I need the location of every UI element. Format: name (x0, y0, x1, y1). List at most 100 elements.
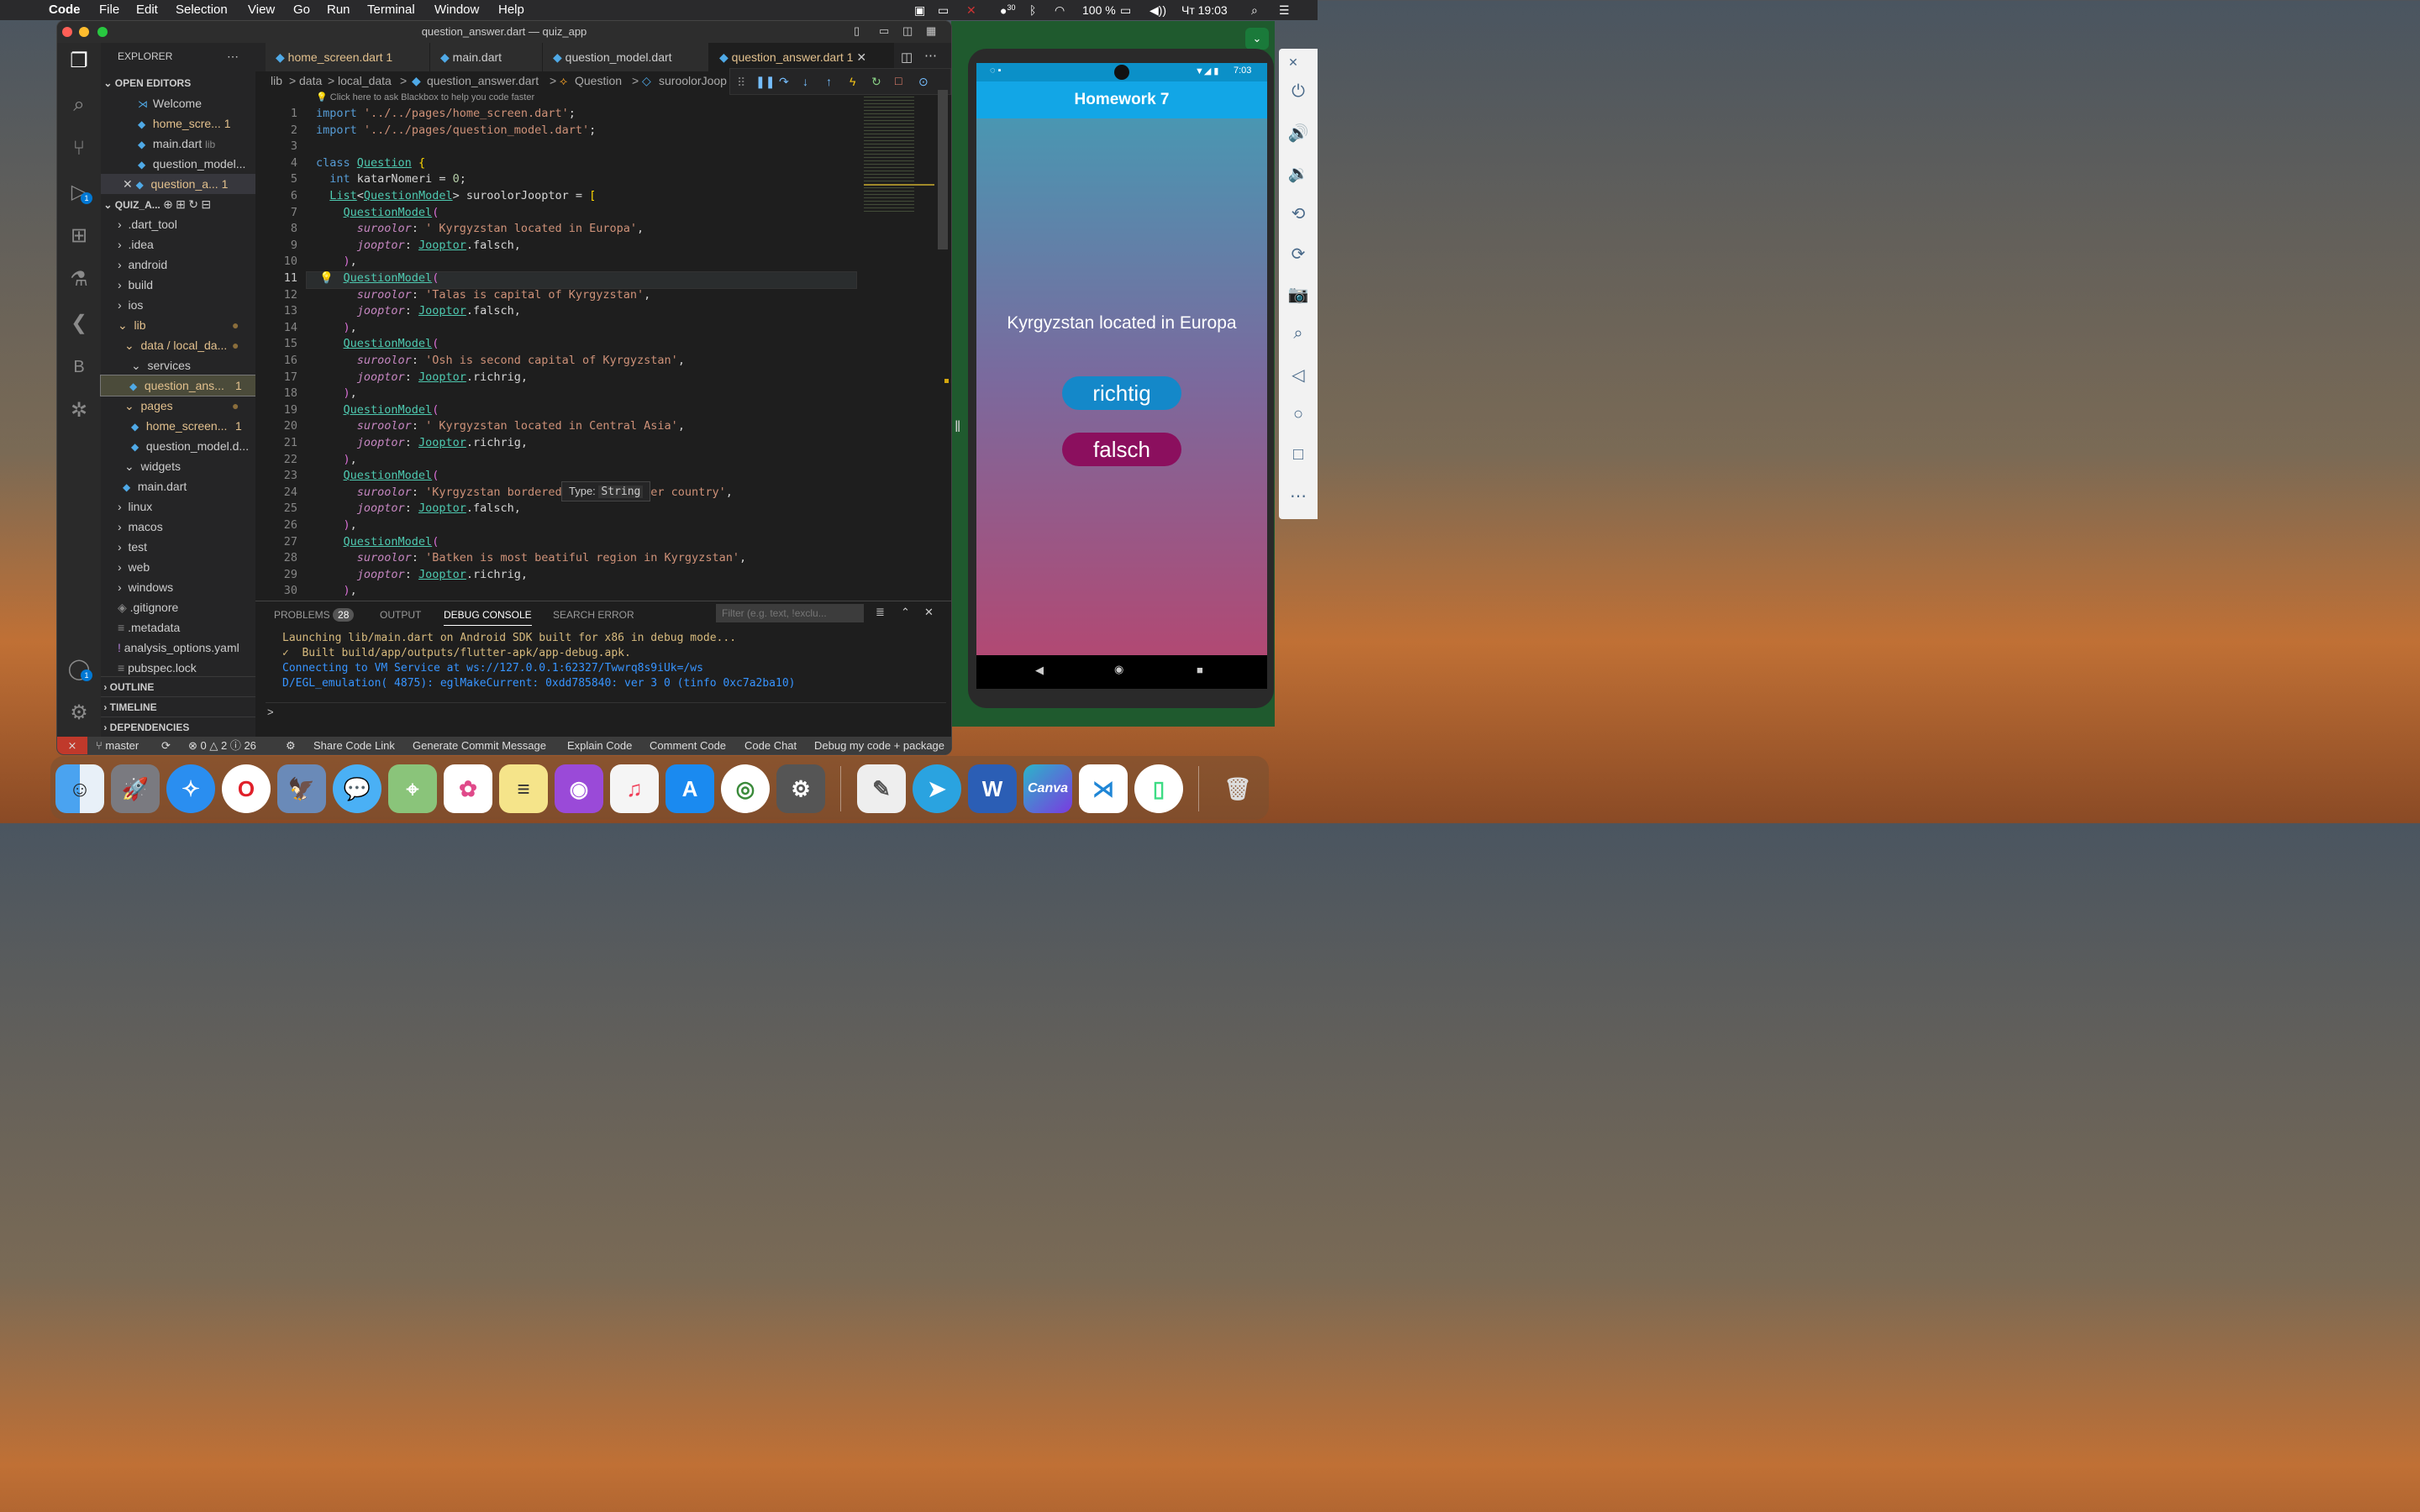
toggle-secondary-sidebar-icon[interactable]: ◫ (902, 24, 913, 38)
problems-status[interactable]: ⊗ 0 △ 2 ⓘ 26 (188, 737, 256, 754)
tab-debug-console[interactable]: DEBUG CONSOLE (444, 609, 532, 626)
word-icon[interactable]: W (968, 764, 1017, 813)
menu-terminal[interactable]: Terminal (367, 3, 415, 17)
step-into-icon[interactable]: ↓ (802, 72, 808, 91)
breadcrumb-file[interactable]: question_answer.dart (427, 71, 539, 90)
tree-item[interactable]: ! analysis_options.yaml (101, 638, 272, 658)
settings-gear-icon[interactable]: ⚙ (67, 701, 91, 725)
customize-layout-icon[interactable]: ▦ (926, 24, 936, 38)
git-branch[interactable]: ⑂ master (96, 737, 139, 754)
maps-icon[interactable]: ⌖ (388, 764, 437, 813)
trash-icon[interactable]: 🗑 (1213, 764, 1262, 813)
appstore-icon[interactable]: A (666, 764, 714, 813)
close-panel-icon[interactable]: ✕ (924, 606, 934, 619)
recents-icon[interactable]: ■ (1197, 664, 1203, 676)
tree-item[interactable]: ◈ .gitignore (101, 597, 272, 617)
stage-icon[interactable]: ▣ (914, 3, 925, 18)
telegram-icon[interactable]: ➤ (913, 764, 961, 813)
clock[interactable]: Чт 19:03 (1181, 3, 1228, 17)
tree-item[interactable]: › .dart_tool (101, 214, 272, 234)
tree-item[interactable]: › .idea (101, 234, 272, 255)
messages-icon[interactable]: 💬 (333, 764, 381, 813)
extensions-icon[interactable]: ⊞ (67, 224, 91, 248)
vscode-icon[interactable]: ⋊ (1079, 764, 1128, 813)
share-code-link[interactable]: Share Code Link (313, 737, 395, 754)
explorer-more-icon[interactable]: ⋯ (227, 46, 244, 66)
editor-scrollbar[interactable] (938, 90, 948, 249)
refresh-icon[interactable]: ↻ (188, 197, 198, 211)
rotate-left-icon[interactable]: ⟲ (1287, 203, 1309, 225)
splitter-handle-icon[interactable]: ‖ (955, 418, 960, 436)
new-file-icon[interactable]: ⊕ (163, 197, 173, 211)
breadcrumb-field[interactable]: suroolorJoop (659, 71, 729, 90)
chrome-icon[interactable]: ◎ (721, 764, 770, 813)
step-out-icon[interactable]: ↑ (826, 72, 832, 91)
volume-up-icon[interactable]: 🔊 (1287, 123, 1309, 144)
podcasts-icon[interactable]: ◉ (555, 764, 603, 813)
menu-go[interactable]: Go (293, 3, 310, 17)
tree-item[interactable]: › build (101, 275, 272, 295)
breadcrumb-local-data[interactable]: local_data (338, 71, 392, 90)
close-tab-icon[interactable]: ✕ (856, 50, 866, 64)
menu-run[interactable]: Run (327, 3, 350, 17)
drag-handle-icon[interactable]: ⠿ (737, 73, 745, 92)
testing-icon[interactable]: ⚗ (67, 268, 91, 291)
tab-problems[interactable]: PROBLEMS 28 (274, 608, 355, 622)
pause-icon[interactable]: ❚❚ (755, 72, 775, 91)
photos-icon[interactable]: ✿ (444, 764, 492, 813)
maximize-panel-icon[interactable]: ⌃ (901, 606, 910, 619)
launchpad-icon[interactable]: 🚀 (111, 764, 160, 813)
zoom-icon[interactable]: ⌕ (1287, 324, 1309, 346)
blackbox-icon[interactable]: B (67, 355, 91, 379)
breadcrumb-lib[interactable]: lib (271, 71, 282, 90)
project-section[interactable]: ⌄ QUIZ_A... ⊕ ⊞ ↻ ⊟ (101, 194, 255, 214)
explorer-icon[interactable]: ❐ (67, 50, 91, 73)
tree-item[interactable]: ⌄ lib ● (101, 315, 272, 335)
run-debug-icon[interactable]: ▷ 1 (67, 181, 92, 204)
tree-item[interactable]: › android (101, 255, 272, 275)
canva-icon[interactable]: Canva (1023, 764, 1072, 813)
minimap[interactable] (855, 90, 938, 233)
sync-icon[interactable]: ⟳ (161, 737, 171, 754)
power-icon[interactable]: ⏻ (1287, 82, 1309, 104)
airplay-icon[interactable]: ▭ (938, 3, 949, 18)
notes-icon[interactable]: ≡ (499, 764, 548, 813)
tree-item[interactable]: › macos (101, 517, 272, 537)
timeline-section[interactable]: › TIMELINE (101, 696, 255, 717)
chevron-down-icon[interactable]: ⌄ (1245, 28, 1269, 50)
split-editor-icon[interactable]: ◫ (901, 50, 913, 65)
menu-selection[interactable]: Selection (176, 3, 228, 17)
debug-run-icon[interactable]: ⚙ (286, 737, 296, 754)
code-editor[interactable]: 💡 1 import '../../pages/home_screen.dart'… (255, 107, 951, 639)
menu-edit[interactable]: Edit (136, 3, 158, 17)
preview-icon[interactable]: 🦅 (277, 764, 326, 813)
debug-filter-input[interactable] (716, 604, 864, 622)
android-studio-icon[interactable]: ▯ (1134, 764, 1183, 813)
close-icon[interactable]: ✕ (123, 177, 133, 191)
new-folder-icon[interactable]: ⊞ (176, 197, 186, 211)
finder-icon[interactable]: ☺ (55, 764, 104, 813)
console-prompt[interactable]: > (267, 706, 274, 718)
chatgpt-icon[interactable]: ✲ (67, 399, 91, 423)
hot-reload-icon[interactable]: ϟ (850, 72, 855, 91)
tree-item[interactable]: › linux (101, 496, 272, 517)
volume-down-icon[interactable]: 🔉 (1287, 163, 1309, 185)
falsch-button[interactable]: falsch (1062, 433, 1181, 466)
restart-icon[interactable]: ↻ (871, 72, 881, 91)
search-icon[interactable]: ⌕ (67, 93, 91, 117)
tree-item[interactable]: ◆ main.dart (101, 476, 277, 496)
volume-icon[interactable]: ◀)) (1150, 3, 1166, 18)
battery-percent[interactable]: 100 % (1082, 3, 1116, 17)
toggle-sidebar-icon[interactable]: ▯ (854, 24, 860, 38)
menu-window[interactable]: Window (434, 3, 479, 17)
bluetooth-icon[interactable]: ᛒ (1029, 3, 1036, 17)
menu-file[interactable]: File (99, 3, 119, 17)
music-icon[interactable]: ♫ (610, 764, 659, 813)
breadcrumb-data[interactable]: data (299, 71, 322, 90)
devtools-icon[interactable]: ⊙ (918, 72, 929, 91)
menu-app-name[interactable]: Code (49, 3, 81, 17)
richtig-button[interactable]: richtig (1062, 376, 1181, 410)
comment-code[interactable]: Comment Code (650, 737, 726, 754)
remote-icon[interactable]: ⨯ (57, 737, 87, 754)
more-actions-icon[interactable]: ⋯ (924, 48, 937, 63)
